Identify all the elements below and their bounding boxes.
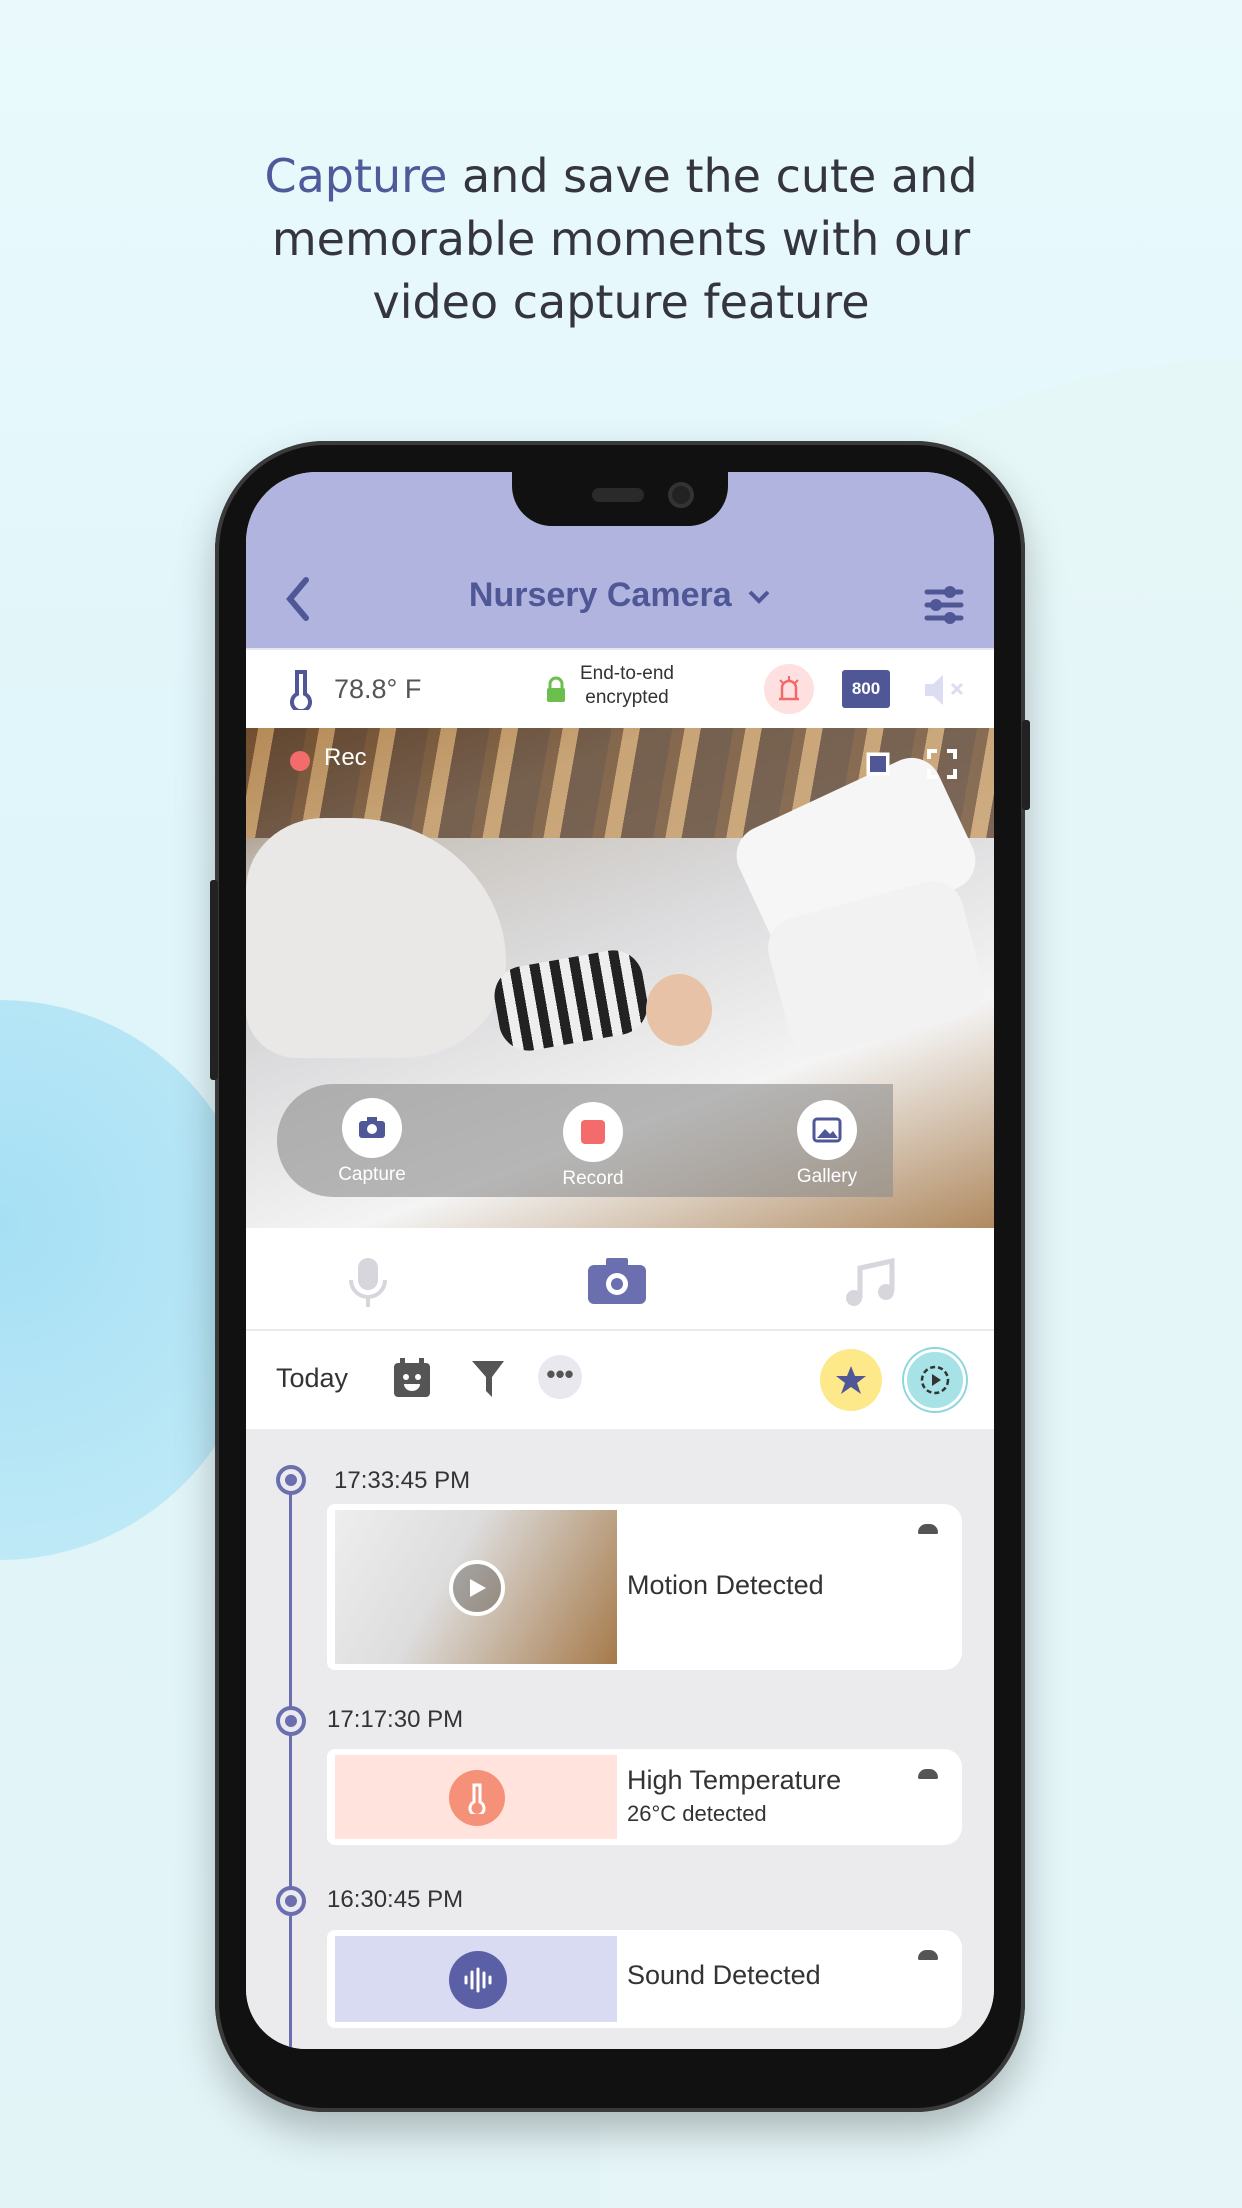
event-thumbnail [335,1755,617,1839]
star-icon [836,1366,866,1394]
event-title: Motion Detected [627,1570,824,1600]
thermometer-icon [290,670,312,710]
camera-icon [359,1117,385,1138]
timeline-dot [276,1886,306,1916]
more-icon[interactable]: ••• [538,1355,582,1399]
baby [489,945,653,1056]
event-thumbnail [335,1936,617,2022]
event-card-temperature[interactable]: High Temperature 26°C detected [327,1749,962,1845]
event-timeline: 17:33:45 PM Motion Detected 17:17:30 PM … [246,1429,994,2049]
event-time: 17:17:30 PM [327,1706,464,1733]
replay-button[interactable] [904,1349,966,1411]
play-icon[interactable] [449,1560,505,1616]
resolution-badge[interactable]: 800 [842,670,890,708]
headline-line1: and save the cute and [447,149,978,203]
encryption-label: End-to-end [579,663,674,684]
live-video-feed[interactable]: Rec Capture Record Gallery [246,728,994,1228]
cloud-icon [918,1950,938,1960]
event-subtitle: 26°C detected [627,1801,767,1826]
mode-tabs [246,1228,994,1331]
event-title: Sound Detected [627,1960,821,1990]
app-screen: Nursery Camera 78.8° F End-to-end encrypt… [246,472,994,2049]
record-button[interactable]: Record [533,1102,653,1190]
video-controls: Capture Record Gallery [277,1084,893,1197]
capture-label: Capture [338,1164,406,1185]
timeline-line [289,1479,292,2049]
speaker [592,488,644,502]
status-bar: 78.8° F End-to-end encrypted 800 [246,648,994,728]
baby-head [646,974,712,1046]
encryption-label-2: encrypted [585,687,669,708]
rec-label: Rec [324,744,367,771]
gallery-label: Gallery [796,1166,858,1187]
event-card-motion[interactable]: Motion Detected [327,1504,962,1670]
sound-wave-icon [449,1951,507,2009]
event-thumbnail [335,1510,617,1664]
power-button [1022,720,1030,810]
highlights-button[interactable] [820,1349,882,1411]
record-icon [581,1120,605,1144]
temperature-readout: 78.8° F [334,674,422,704]
camera-selector[interactable]: Nursery Camera [246,576,994,615]
fullscreen-icon[interactable] [926,748,958,780]
front-camera [668,482,694,508]
filter-icon[interactable] [470,1359,506,1399]
event-title: High Temperature [627,1765,842,1795]
headline-line3: video capture feature [372,275,870,329]
chevron-down-icon [748,590,770,604]
microphone-icon[interactable] [346,1256,390,1310]
cloud-icon [918,1769,938,1779]
camera-icon[interactable] [586,1256,648,1306]
record-label: Record [562,1168,624,1189]
cloud-icon [918,1524,938,1534]
event-time: 17:33:45 PM [334,1467,471,1494]
recording-dot [290,751,310,771]
event-card-sound[interactable]: Sound Detected [327,1930,962,2028]
image-icon [812,1117,842,1143]
thermometer-icon [449,1770,505,1826]
calendar-icon[interactable] [392,1357,432,1399]
capture-button[interactable]: Capture [312,1098,432,1186]
blanket [246,818,506,1058]
music-icon[interactable] [844,1258,896,1310]
sliders-icon[interactable] [924,584,964,626]
filter-bar: Today ••• [246,1331,994,1429]
gallery-button[interactable]: Gallery [767,1100,887,1188]
volume-button [210,880,218,1080]
notch [512,472,728,526]
page-title: Nursery Camera [468,576,732,614]
timeline-dot [276,1706,306,1736]
siren-icon [779,676,799,701]
crop-icon[interactable] [862,748,894,780]
replay-icon [920,1365,950,1395]
headline-line2: memorable moments with our [271,212,971,266]
alarm-button[interactable] [764,664,814,714]
date-filter[interactable]: Today [276,1363,348,1394]
lock-icon [547,676,565,702]
headline: Capture and save the cute and memorable … [0,145,1242,334]
timeline-dot [276,1465,306,1495]
event-time: 16:30:45 PM [327,1886,464,1913]
speaker-muted-icon[interactable] [922,672,968,708]
headline-accent: Capture [264,149,448,203]
